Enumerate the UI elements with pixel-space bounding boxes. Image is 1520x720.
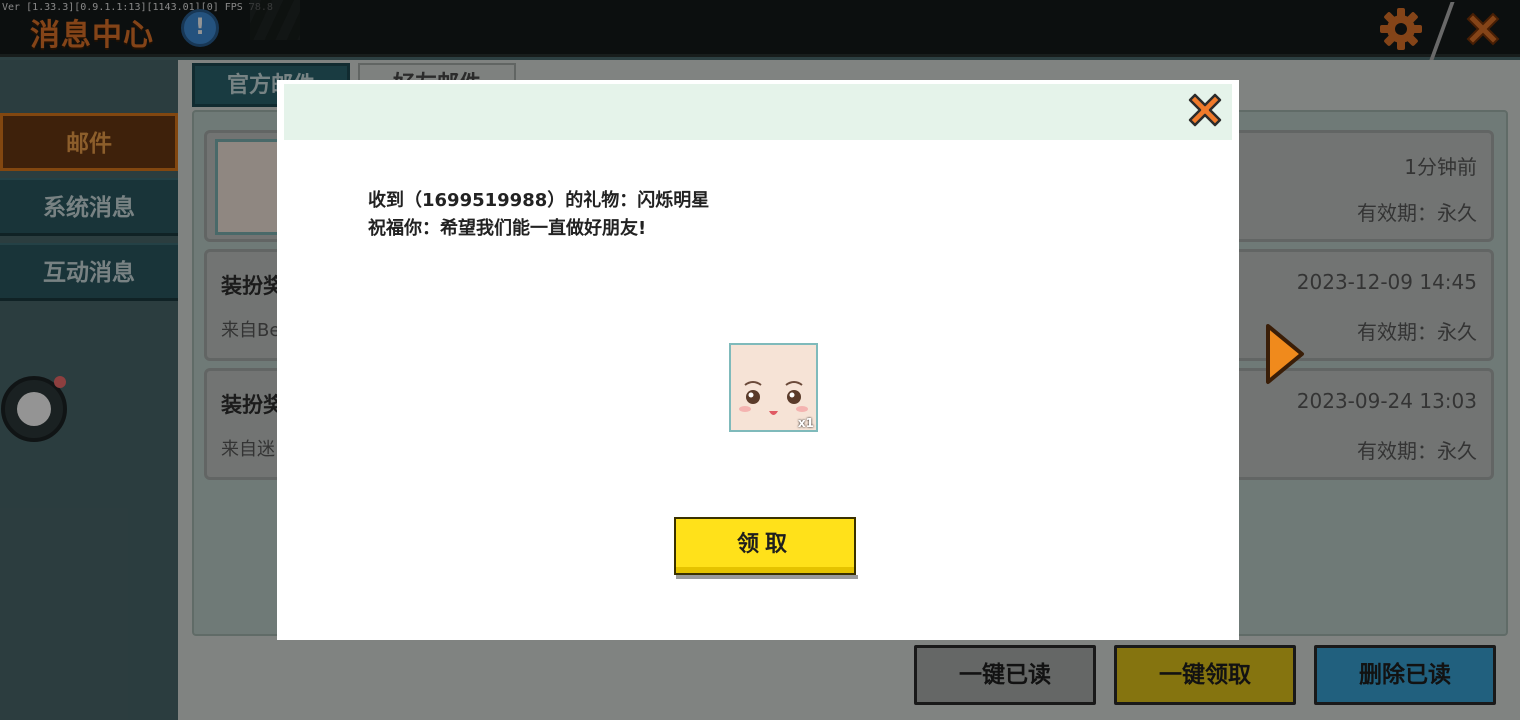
gift-item-slot: x1 (729, 343, 818, 432)
gift-quantity: x1 (797, 416, 814, 430)
blessing-message: 祝福你：希望我们能一直做好朋友! (368, 218, 647, 239)
gift-message: 收到（1699519988）的礼物：闪烁明星 (368, 190, 710, 211)
gift-avatar: x1 (731, 345, 816, 430)
close-icon[interactable] (1185, 90, 1225, 130)
gift-dialog: 收到（1699519988）的礼物：闪烁明星 祝福你：希望我们能一直做好朋友! … (277, 80, 1239, 640)
dialog-header (284, 84, 1232, 140)
claim-button[interactable]: 领取 (674, 517, 856, 575)
arrow-right-icon[interactable] (1264, 322, 1306, 386)
claim-button-shadow (676, 575, 858, 579)
